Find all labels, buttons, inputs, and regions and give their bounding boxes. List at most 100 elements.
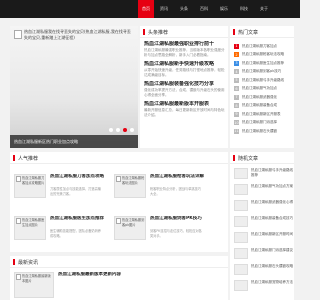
nav-item-headlines[interactable]: 头条 [174, 0, 194, 18]
popular-item-title[interactable]: 热血江湖私服刀客加点攻略 [50, 174, 104, 186]
popular-item-title[interactable]: 热血江湖私服枪客玩法详解 [150, 174, 204, 186]
hot-item-title[interactable]: 热血江湖私服门派选择 [242, 120, 277, 125]
popular-header: 人气推荐 [10, 152, 228, 164]
popular-item[interactable]: 热血江湖私服枪客玩法图片 热血江湖私服枪客玩法详解 枪客职业特点分析，团战与单挑… [114, 174, 204, 214]
hot-item[interactable]: 6 热血江湖私服气功加点 [234, 85, 292, 94]
nav-item-home[interactable]: 首页 [138, 0, 154, 18]
hot-item-title[interactable]: 热血江湖私服枪客玩法攻略 [242, 52, 284, 57]
slider-dot[interactable] [109, 128, 113, 132]
rank-badge: 5 [234, 77, 239, 83]
nav-item-wiki[interactable]: 百科 [194, 0, 214, 18]
random-item[interactable]: 热血江湖私服门派选择建议 [234, 248, 293, 264]
headline-item[interactable]: 热血江湖私服最强职业排行前十 热血江湖私服最强职业推荐，当前版本各职业强度分析与… [144, 41, 226, 58]
random-list: 热血江湖私服弓手升级路线推荐 热血江湖私服气功加点方案 热血江湖私服武器强化心得… [234, 168, 293, 296]
popular-thumbnail[interactable]: 热血江湖私服医生加点图片 [14, 216, 46, 240]
rank-badge: 11 [234, 128, 239, 134]
random-item-title[interactable]: 热血江湖私服新区开服时间 [251, 232, 293, 242]
nav-item-tech[interactable]: 科技 [234, 0, 254, 18]
slider-dot-active[interactable] [123, 128, 127, 132]
headlines-header: 头条推荐 [140, 26, 228, 38]
slider-dot[interactable] [116, 128, 120, 132]
random-thumbnail[interactable] [234, 184, 248, 195]
slider-dot[interactable] [130, 128, 134, 132]
hot-item-title[interactable]: 热血江湖私服剑客pk技巧 [242, 69, 281, 74]
random-item[interactable]: 热血江湖私服石头镶嵌攻略 [234, 264, 293, 280]
random-item-title[interactable]: 热血江湖私服门派选择建议 [251, 248, 293, 258]
random-item[interactable]: 热血江湖私服气功加点方案 [234, 184, 293, 200]
hot-item[interactable]: 11 热血江湖私服石头镶嵌 [234, 127, 292, 136]
slider-caption[interactable]: 热血江湖私服新区热门职业加点攻略 [14, 139, 134, 145]
latest-item-title[interactable]: 热血江湖私服最新版本更新内容 [58, 272, 218, 284]
headline-item[interactable]: 热血江湖私服装备强化技巧分享 强化成功率提升方法，合成、镶嵌与升级石头的使用心得… [144, 81, 226, 98]
hot-item[interactable]: 7 热血江湖私服武器强化 [234, 93, 292, 102]
section-accent-bar [233, 155, 235, 161]
random-thumbnail[interactable] [234, 216, 248, 227]
headline-title[interactable]: 热血江湖私服最强职业排行前十 [144, 41, 226, 48]
hot-item-title[interactable]: 热血江湖私服气功加点 [242, 86, 277, 91]
slider-caption-bar: 热血江湖私服新区热门职业加点攻略 [10, 135, 138, 148]
nav-item-about[interactable]: 关于 [254, 0, 274, 18]
random-item-title[interactable]: 热血江湖私服弓手升级路线推荐 [251, 168, 293, 178]
hot-title: 热门文章 [238, 30, 259, 36]
random-item-title[interactable]: 热血江湖私服武器强化心得 [251, 200, 293, 210]
nav-item-news[interactable]: 资讯 [154, 0, 174, 18]
random-item[interactable]: 热血江湖私服装备合成技巧 [234, 216, 293, 232]
hot-item-title[interactable]: 热血江湖私服弓手升级路线 [242, 78, 284, 83]
random-item[interactable]: 热血江湖私服武器强化心得 [234, 200, 293, 216]
thumbnail-alt: 热血江湖私服最新版本图片 [22, 274, 51, 283]
hot-item-title[interactable]: 热血江湖私服石头镶嵌 [242, 129, 277, 134]
hot-item[interactable]: 4 热血江湖私服剑客pk技巧 [234, 68, 292, 77]
random-item[interactable]: 热血江湖私服宠物培养方法 [234, 280, 293, 296]
random-item-title[interactable]: 热血江湖私服石头镶嵌攻略 [251, 264, 293, 274]
hot-item[interactable]: 5 热血江湖私服弓手升级路线 [234, 76, 292, 85]
hot-list: 1 热血江湖私服刀客加点 2 热血江湖私服枪客玩法攻略 3 热血江湖私服医生加点推荐 … [234, 42, 292, 136]
random-item[interactable]: 热血江湖私服新区开服时间 [234, 232, 293, 248]
headline-title[interactable]: 热血江湖私服最新版本开服表 [144, 101, 226, 108]
hot-item[interactable]: 3 热血江湖私服医生加点推荐 [234, 59, 292, 68]
random-thumbnail[interactable] [234, 168, 248, 179]
random-thumbnail[interactable] [234, 248, 248, 259]
popular-item-title[interactable]: 热血江湖私服剑客PK技巧 [150, 216, 204, 228]
latest-item[interactable]: 热血江湖私服最新版本图片 热血江湖私服最新版本更新内容 [14, 272, 224, 298]
random-header: 随机文章 [230, 152, 294, 164]
hot-articles-panel: 热门文章 1 热血江湖私服刀客加点 2 热血江湖私服枪客玩法攻略 3 热血江湖私服医生… [230, 26, 294, 148]
random-thumbnail[interactable] [234, 280, 248, 291]
headline-title[interactable]: 热血江湖私服新手快速升级攻略 [144, 61, 226, 68]
random-item-title[interactable]: 热血江湖私服宠物培养方法 [251, 280, 293, 290]
headline-item[interactable]: 热血江湖私服最新版本开服表 最新开服信息汇总，每日更新新区开放时间与特色玩法介绍… [144, 101, 226, 118]
broken-image-icon [116, 176, 121, 182]
hot-item-title[interactable]: 热血江湖私服新区开服表 [242, 112, 281, 117]
hot-item-title[interactable]: 热血江湖私服武器强化 [242, 95, 277, 100]
popular-item[interactable]: 热血江湖私服刀客加点攻略图片 热血江湖私服刀客加点攻略 刀客属性加点与技能选择，… [14, 174, 104, 214]
popular-item-title[interactable]: 热血江湖私服医生加点推荐 [50, 216, 104, 228]
thumbnail-alt: 热血江湖私服枪客玩法图片 [122, 176, 145, 185]
hot-item-title[interactable]: 热血江湖私服刀客加点 [242, 44, 277, 49]
popular-item-desc: 剑客PK连招与走位技巧，轻松应对各类对手。 [150, 229, 202, 238]
popular-thumbnail[interactable]: 热血江湖私服刀客加点攻略图片 [14, 174, 46, 198]
random-item-title[interactable]: 热血江湖私服气功加点方案 [251, 184, 293, 194]
popular-thumbnail[interactable]: 热血江湖私服剑客pk图片 [114, 216, 146, 240]
hot-item[interactable]: 9 热血江湖私服新区开服表 [234, 110, 292, 119]
latest-title: 最新资讯 [18, 260, 39, 266]
headline-desc: 最新开服信息汇总，每日更新新区开放时间与特色玩法介绍。 [144, 108, 225, 117]
nav-item-entertainment[interactable]: 娱乐 [214, 0, 234, 18]
popular-thumbnail[interactable]: 热血江湖私服枪客玩法图片 [114, 174, 146, 198]
rank-badge: 8 [234, 103, 239, 109]
random-thumbnail[interactable] [234, 200, 248, 211]
headline-item[interactable]: 热血江湖私服新手快速升级攻略 从零开始快速升级，任务路线与打怪地点推荐，轻松达成… [144, 61, 226, 78]
headline-title[interactable]: 热血江湖私服装备强化技巧分享 [144, 81, 226, 88]
hot-item[interactable]: 10 热血江湖私服门派选择 [234, 119, 292, 128]
popular-item[interactable]: 热血江湖私服剑客pk图片 热血江湖私服剑客PK技巧 剑客PK连招与走位技巧，轻松… [114, 216, 204, 256]
random-item-title[interactable]: 热血江湖私服装备合成技巧 [251, 216, 293, 226]
random-thumbnail[interactable] [234, 232, 248, 243]
featured-slider[interactable]: 热血江湖私服我在找寻丢失的宝贝(热血江湖私服,我在找寻丢失的宝贝,重新踏上江湖征… [10, 26, 138, 148]
hot-item[interactable]: 2 热血江湖私服枪客玩法攻略 [234, 51, 292, 60]
popular-item[interactable]: 热血江湖私服医生加点图片 热血江湖私服医生加点推荐 医生辅助技能搭配，团队必备奶… [14, 216, 104, 256]
hot-item-title[interactable]: 热血江湖私服医生加点推荐 [242, 61, 284, 66]
random-item[interactable]: 热血江湖私服弓手升级路线推荐 [234, 168, 293, 184]
hot-item[interactable]: 1 热血江湖私服刀客加点 [234, 42, 292, 51]
hot-item-title[interactable]: 热血江湖私服装备合成 [242, 103, 277, 108]
random-thumbnail[interactable] [234, 264, 248, 275]
latest-thumbnail[interactable]: 热血江湖私服最新版本图片 [14, 272, 54, 298]
hot-item[interactable]: 8 热血江湖私服装备合成 [234, 102, 292, 111]
